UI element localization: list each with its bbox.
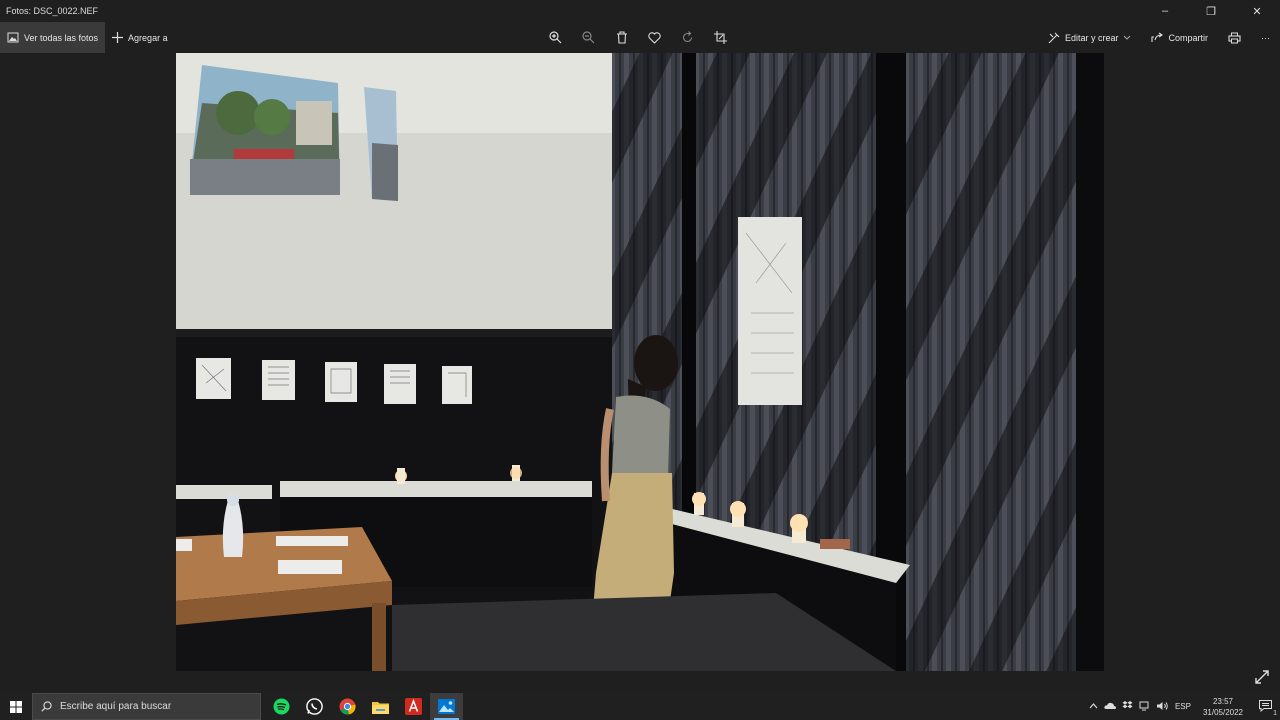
window-title: Fotos: DSC_0022.NEF [6, 6, 99, 16]
share-label: Compartir [1168, 32, 1208, 43]
photos-app[interactable] [430, 693, 463, 720]
print-icon [1228, 32, 1241, 43]
onedrive-icon[interactable] [1104, 702, 1116, 712]
spotify-icon [273, 698, 290, 715]
view-all-photos-button[interactable]: Ver todas las fotos [0, 22, 106, 53]
folder-icon [372, 701, 389, 714]
chevron-down-icon [1124, 35, 1131, 40]
edit-create-button[interactable]: Editar y crear [1038, 22, 1142, 53]
add-to-button[interactable]: Agregar a [105, 22, 175, 53]
chrome-icon [339, 698, 356, 715]
acrobat-icon [405, 698, 422, 715]
zoom-in-icon[interactable] [546, 28, 565, 47]
minimize-button[interactable]: – [1142, 0, 1188, 22]
gallery-photo-illustration [176, 53, 1104, 671]
chrome-app[interactable] [331, 693, 364, 720]
share-icon [1151, 32, 1164, 42]
photo-image[interactable] [176, 53, 1104, 671]
notification-icon [1259, 699, 1272, 712]
delete-icon[interactable] [612, 28, 631, 47]
volume-icon[interactable] [1156, 701, 1169, 713]
edit-create-label: Editar y crear [1064, 32, 1119, 43]
crop-icon[interactable] [711, 28, 730, 47]
system-tray: ESP 23:57 31/05/2022 1 [1089, 693, 1280, 720]
photos-icon [438, 699, 455, 714]
clock-date: 31/05/2022 [1202, 707, 1243, 717]
notification-center-button[interactable]: 1 [1255, 699, 1280, 717]
start-button[interactable] [0, 693, 32, 720]
search-placeholder: Escribe aquí para buscar [60, 701, 172, 712]
whatsapp-icon [306, 698, 323, 715]
expand-icon [1255, 670, 1269, 684]
network-icon[interactable] [1139, 701, 1151, 713]
notification-count: 1 [1273, 709, 1277, 717]
taskbar: Escribe aquí para buscar ESP 23:57 31/05… [0, 693, 1280, 720]
share-button[interactable]: Compartir [1141, 22, 1218, 53]
maximize-button[interactable]: ❐ [1188, 0, 1234, 22]
clock-time: 23:57 [1212, 696, 1233, 706]
favorite-icon[interactable] [645, 28, 664, 47]
search-icon [41, 701, 52, 712]
print-button[interactable] [1218, 22, 1251, 53]
add-to-label: Agregar a [128, 32, 168, 43]
taskbar-search-box[interactable]: Escribe aquí para buscar [32, 693, 261, 720]
view-all-photos-label: Ver todas las fotos [24, 32, 99, 43]
language-indicator[interactable]: ESP [1175, 702, 1191, 711]
edit-icon [1048, 32, 1060, 43]
photo-toolbar: Ver todas las fotos Agregar a Editar y c… [0, 22, 1280, 53]
gallery-icon [7, 32, 19, 43]
acrobat-app[interactable] [397, 693, 430, 720]
close-button[interactable]: ✕ [1234, 0, 1280, 22]
zoom-out-icon[interactable] [579, 28, 598, 47]
chevron-up-icon[interactable] [1089, 702, 1098, 711]
whatsapp-app[interactable] [298, 693, 331, 720]
spotify-app[interactable] [265, 693, 298, 720]
clock[interactable]: 23:57 31/05/2022 [1197, 696, 1249, 718]
photo-viewport [0, 53, 1280, 693]
plus-icon [112, 32, 124, 43]
windows-icon [10, 700, 22, 713]
file-explorer-app[interactable] [364, 693, 397, 720]
dropbox-icon[interactable] [1122, 700, 1133, 713]
rotate-icon[interactable] [678, 28, 697, 47]
title-bar: Fotos: DSC_0022.NEF – ❐ ✕ [0, 0, 1280, 22]
fullscreen-button[interactable] [1252, 667, 1272, 687]
more-options-button[interactable]: ··· [1251, 22, 1280, 53]
